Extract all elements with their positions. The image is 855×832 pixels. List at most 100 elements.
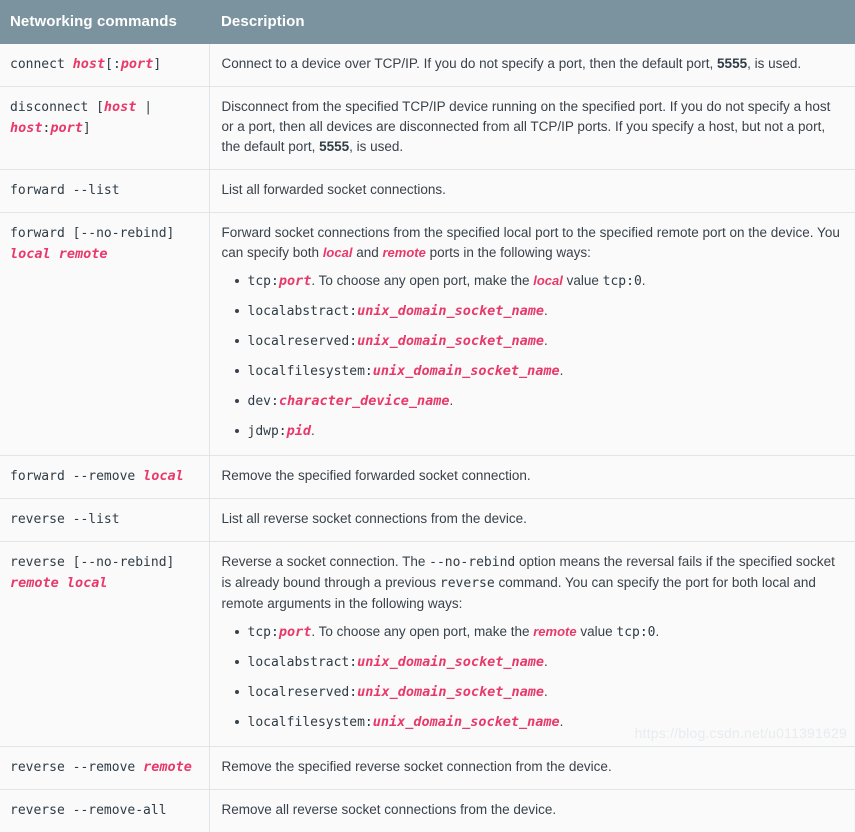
code-token: reverse --list [10,512,120,527]
prose-text: . [544,654,548,669]
command-variable: remote local [10,575,108,591]
command-variable: port [279,624,312,640]
list-item: localreserved:unix_domain_socket_name. [248,683,842,702]
prose-text: . [560,714,564,729]
table-row: forward --list List all forwarded socket … [0,170,855,213]
table-row: forward [--no-rebind] local remoteForwar… [0,213,855,456]
list-item: localfilesystem:unix_domain_socket_name. [248,362,842,381]
prose-text: Remove the specified reverse socket conn… [222,759,612,774]
description-paragraph: Remove the specified reverse socket conn… [222,757,842,777]
prose-text: , is used. [349,139,403,154]
table-row: reverse --list List all reverse socket co… [0,499,855,542]
code-token: localfilesystem: [248,364,373,379]
description-paragraph: Reverse a socket connection. The --no-re… [222,552,842,614]
description-bullet-list: tcp:port. To choose any open port, make … [222,272,842,441]
list-item: localreserved:unix_domain_socket_name. [248,332,842,351]
code-token: localfilesystem: [248,715,373,730]
command-variable: local remote [10,246,108,262]
command-variable: port [279,273,312,289]
code-token: dev: [248,394,279,409]
description-paragraph: Remove the specified forwarded socket co… [222,466,842,486]
command-cell: reverse [--no-rebind] remote local [0,542,209,747]
command-cell: forward --list [0,170,209,213]
code-token: localreserved: [248,334,358,349]
command-variable: port [50,120,83,136]
table-body: connect host[:port]Connect to a device o… [0,44,855,832]
command-cell: connect host[:port] [0,44,209,87]
list-item: localabstract:unix_domain_socket_name. [248,302,842,321]
code-token: forward [--no-rebind] [10,226,174,241]
command-variable: unix_domain_socket_name [357,333,544,349]
inline-variable: local [533,273,563,288]
description-cell: Disconnect from the specified TCP/IP dev… [209,87,855,170]
prose-text: List all reverse socket connections from… [222,511,527,526]
prose-text: . [544,333,548,348]
code-token: reverse [440,576,495,591]
command-variable: unix_domain_socket_name [357,684,544,700]
description-cell: List all reverse socket connections from… [209,499,855,542]
list-item: localabstract:unix_domain_socket_name. [248,653,842,672]
prose-text: . [656,624,660,639]
prose-text: . [450,393,454,408]
command-cell: forward --remove local [0,456,209,499]
prose-text: , is used. [747,56,801,71]
code-token: reverse --remove-all [10,803,167,818]
inline-variable: remote [533,624,576,639]
list-item: jdwp:pid. [248,422,842,441]
emphasized-value: 5555 [319,139,349,154]
description-cell: Remove the specified forwarded socket co… [209,456,855,499]
code-token: [: [105,57,121,72]
prose-text: and [352,245,382,260]
table-header-row: Networking commands Description [0,0,855,44]
command-cell: disconnect [host | host:port] [0,87,209,170]
command-cell: forward [--no-rebind] local remote [0,213,209,456]
prose-text: Connect to a device over TCP/IP. If you … [222,56,718,71]
command-variable: unix_domain_socket_name [373,363,560,379]
code-token: | [136,100,152,115]
command-variable: host [73,56,106,72]
table-row: reverse --remove-all Remove all reverse s… [0,790,855,832]
description-cell: Forward socket connections from the spec… [209,213,855,456]
code-token: tcp:0 [603,274,642,289]
code-token: localabstract: [248,655,358,670]
prose-text: . [544,684,548,699]
code-token: ] [83,121,91,136]
description-paragraph: Disconnect from the specified TCP/IP dev… [222,97,842,157]
description-paragraph: List all reverse socket connections from… [222,509,842,529]
prose-text: . To choose any open port, make the [311,273,533,288]
prose-text: . To choose any open port, make the [311,624,533,639]
command-variable: local [143,468,184,484]
prose-text: value [577,624,617,639]
prose-text: . [560,363,564,378]
description-paragraph: List all forwarded socket connections. [222,180,842,200]
prose-text: . [544,303,548,318]
code-token: reverse --remove [10,760,143,775]
code-token: disconnect [ [10,100,104,115]
code-token: tcp:0 [616,625,655,640]
code-token: forward --list [10,183,120,198]
command-variable: host [104,99,137,115]
code-token: jdwp: [248,424,287,439]
code-token: tcp: [248,274,279,289]
description-cell: List all forwarded socket connections. [209,170,855,213]
column-header-command: Networking commands [0,0,209,44]
code-token: ] [153,57,161,72]
networking-commands-table: Networking commands Description connect … [0,0,855,832]
prose-text: ports in the following ways: [426,245,591,260]
prose-text: . [642,273,646,288]
list-item: tcp:port. To choose any open port, make … [248,623,842,642]
prose-text: List all forwarded socket connections. [222,182,446,197]
prose-text: Remove all reverse socket connections fr… [222,802,557,817]
code-token: reverse [--no-rebind] [10,555,174,570]
code-token: localreserved: [248,685,358,700]
prose-text: Remove the specified forwarded socket co… [222,468,531,483]
inline-variable: remote [382,245,425,260]
command-cell: reverse --list [0,499,209,542]
command-variable: unix_domain_socket_name [357,303,544,319]
code-token: forward --remove [10,469,143,484]
table-row: disconnect [host | host:port]Disconnect … [0,87,855,170]
description-paragraph: Forward socket connections from the spec… [222,223,842,263]
code-token: connect [10,57,73,72]
prose-text: Reverse a socket connection. The [222,554,430,569]
list-item: dev:character_device_name. [248,392,842,411]
